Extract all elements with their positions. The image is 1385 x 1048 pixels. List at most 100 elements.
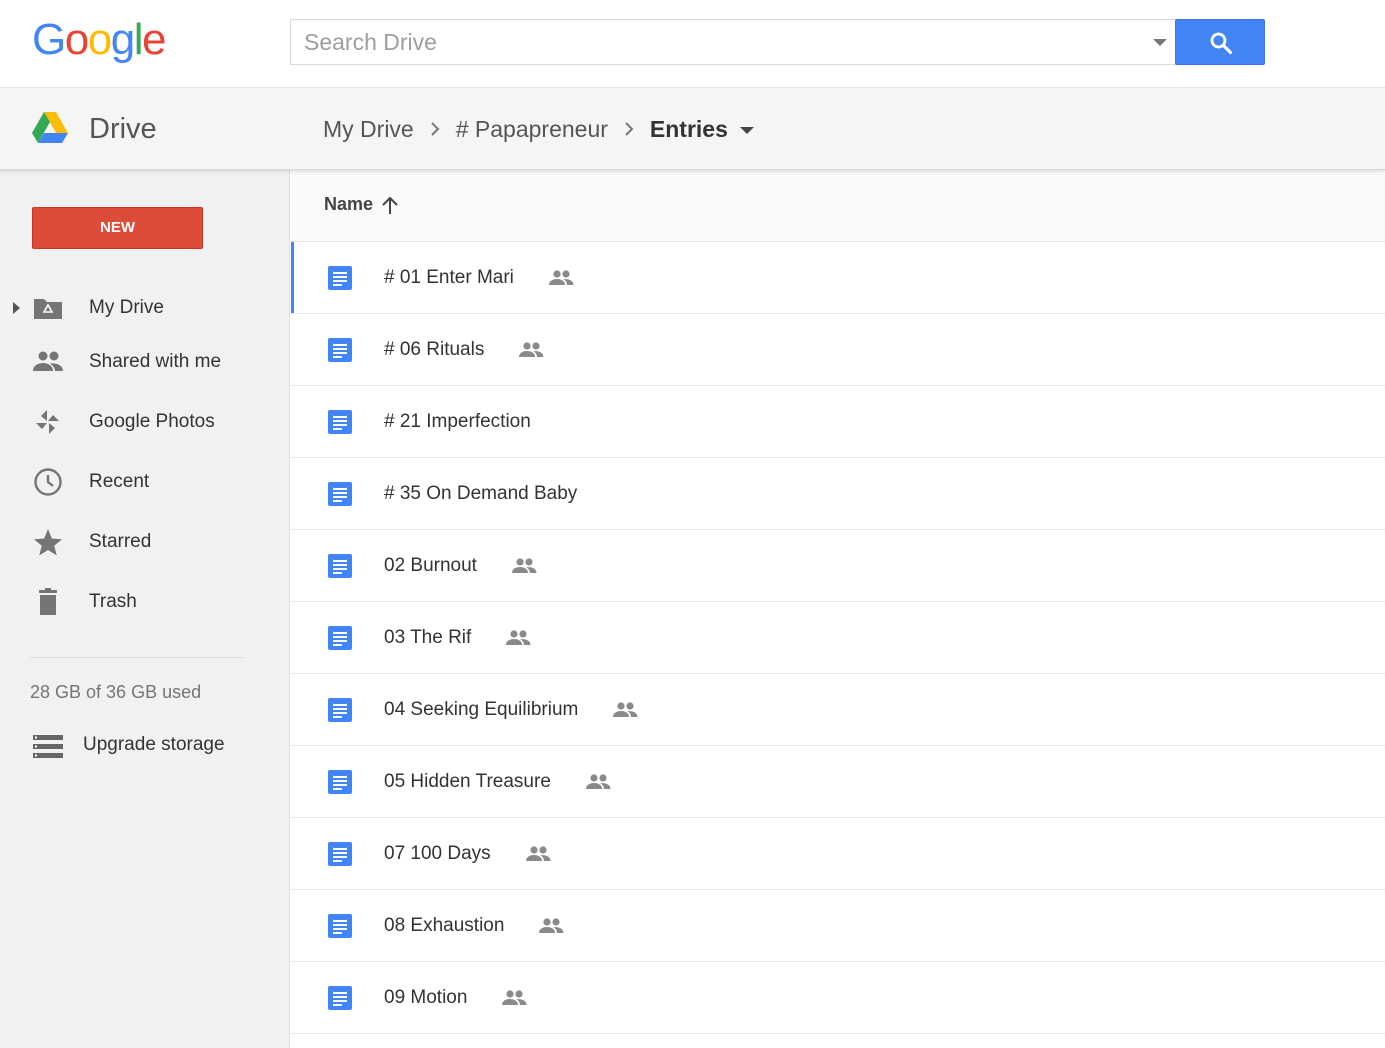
search-options-dropdown[interactable] <box>1144 20 1176 64</box>
file-name: 09 Motion <box>384 987 468 1008</box>
chevron-right-icon <box>414 116 456 143</box>
google-doc-icon <box>328 986 352 1010</box>
logo-letter: G <box>32 15 66 64</box>
sidebar-item-shared-with-me[interactable]: Shared with me <box>0 338 290 386</box>
app-title[interactable]: Drive <box>89 112 157 146</box>
google-doc-icon <box>328 842 352 866</box>
sidebar-item-starred[interactable]: Starred <box>0 518 290 566</box>
upgrade-storage-link[interactable]: Upgrade storage <box>30 730 270 764</box>
drive-logo-icon[interactable] <box>32 112 68 144</box>
file-row[interactable]: 09 Motion <box>291 962 1385 1034</box>
chevron-right-icon <box>608 116 650 143</box>
arrow-up-icon <box>382 196 398 214</box>
star-icon <box>34 529 62 556</box>
sidebar-item-label: My Drive <box>89 297 164 318</box>
shared-people-icon <box>511 558 537 573</box>
column-header-name: Name <box>324 194 374 214</box>
file-name: 02 Burnout <box>384 555 477 576</box>
pinwheel-icon <box>36 410 59 434</box>
file-row[interactable]: # 01 Enter Mari <box>291 242 1385 314</box>
file-list: # 01 Enter Mari # 06 Rituals # 21 Imperfec… <box>291 242 1385 1034</box>
google-doc-icon <box>328 266 352 290</box>
people-icon <box>33 351 63 371</box>
shared-people-icon <box>585 774 611 789</box>
sidebar-item-trash[interactable]: Trash <box>0 578 290 626</box>
google-doc-icon <box>328 698 352 722</box>
google-doc-icon <box>328 482 352 506</box>
sidebar-item-label: Shared with me <box>89 351 222 372</box>
sidebar-item-label: Trash <box>89 591 137 612</box>
search-button[interactable] <box>1175 19 1265 65</box>
logo-letter: o <box>87 15 112 64</box>
breadcrumb-papapreneur[interactable]: # Papapreneur <box>456 116 608 143</box>
new-button[interactable]: NEW <box>32 207 203 249</box>
sidebar-divider <box>30 657 245 658</box>
file-name: 03 The Rif <box>384 627 472 648</box>
sidebar-item-label: Starred <box>89 531 152 552</box>
google-doc-icon <box>328 626 352 650</box>
search-icon <box>1210 32 1233 55</box>
file-row[interactable]: 03 The Rif <box>291 602 1385 674</box>
shared-people-icon <box>506 630 531 645</box>
file-row[interactable]: 08 Exhaustion <box>291 890 1385 962</box>
my-drive-folder-icon <box>34 299 62 319</box>
file-row[interactable]: 05 Hidden Treasure <box>291 746 1385 818</box>
file-row[interactable]: # 21 Imperfection <box>291 386 1385 458</box>
top-bar: Google <box>0 0 1385 87</box>
logo-letter: o <box>64 15 89 64</box>
google-doc-icon <box>328 770 352 794</box>
file-name-container: # 06 Rituals <box>384 339 544 361</box>
file-name-container: 04 Seeking Equilibrium <box>384 699 638 721</box>
trash-icon <box>39 588 57 615</box>
file-row[interactable]: # 35 On Demand Baby <box>291 458 1385 530</box>
drive-header: Drive My Drive # Papapreneur Entries <box>0 87 1385 170</box>
sort-by-name-button[interactable]: Name <box>324 194 399 215</box>
file-name: 05 Hidden Treasure <box>384 771 551 792</box>
upgrade-storage-label: Upgrade storage <box>83 734 225 755</box>
breadcrumb: My Drive # Papapreneur Entries <box>323 113 754 145</box>
sidebar-item-my-drive[interactable]: My Drive <box>0 284 290 332</box>
shared-people-icon <box>539 918 564 933</box>
file-row[interactable]: # 06 Rituals <box>291 314 1385 386</box>
shared-people-icon <box>525 846 551 861</box>
file-name-container: 07 100 Days <box>384 843 551 865</box>
breadcrumb-entries[interactable]: Entries <box>650 116 728 143</box>
file-row[interactable]: 07 100 Days <box>291 818 1385 890</box>
file-name: 08 Exhaustion <box>384 915 505 936</box>
sidebar-item-google-photos[interactable]: Google Photos <box>0 398 290 446</box>
file-name-container: 02 Burnout <box>384 555 537 577</box>
sidebar-item-label: Google Photos <box>89 411 215 432</box>
logo-letter: g <box>110 15 135 64</box>
sidebar-item-label: Recent <box>89 471 150 492</box>
file-name-container: # 35 On Demand Baby <box>384 483 577 505</box>
caret-down-icon[interactable] <box>739 126 754 134</box>
logo-letter: l <box>133 15 144 64</box>
file-name-container: 05 Hidden Treasure <box>384 771 611 793</box>
file-list-header: Name <box>291 170 1385 242</box>
file-name-container: # 01 Enter Mari <box>384 267 574 289</box>
sidebar-item-recent[interactable]: Recent <box>0 458 290 506</box>
clock-icon <box>34 468 62 496</box>
google-doc-icon <box>328 554 352 578</box>
google-doc-icon <box>328 914 352 938</box>
google-doc-icon <box>328 338 352 362</box>
file-row[interactable]: 02 Burnout <box>291 530 1385 602</box>
file-name: 04 Seeking Equilibrium <box>384 699 579 720</box>
file-name: # 21 Imperfection <box>384 411 531 432</box>
storage-icon <box>33 735 63 758</box>
file-row[interactable]: 04 Seeking Equilibrium <box>291 674 1385 746</box>
breadcrumb-my-drive[interactable]: My Drive <box>323 116 414 143</box>
logo-letter: e <box>141 15 166 64</box>
storage-usage-text: 28 GB of 36 GB used <box>30 682 202 702</box>
search-input[interactable] <box>291 20 1131 64</box>
expand-arrow-icon[interactable] <box>13 302 20 314</box>
file-name-container: 08 Exhaustion <box>384 915 564 937</box>
shared-people-icon <box>502 990 527 1005</box>
shared-people-icon <box>519 342 544 357</box>
search-box <box>290 19 1176 65</box>
shared-people-icon <box>548 270 574 285</box>
google-logo[interactable]: Google <box>32 14 166 66</box>
sidebar: NEW My Drive Shared with me Google Photo… <box>0 170 290 1048</box>
file-name-container: 03 The Rif <box>384 627 531 649</box>
file-name: # 06 Rituals <box>384 339 485 360</box>
